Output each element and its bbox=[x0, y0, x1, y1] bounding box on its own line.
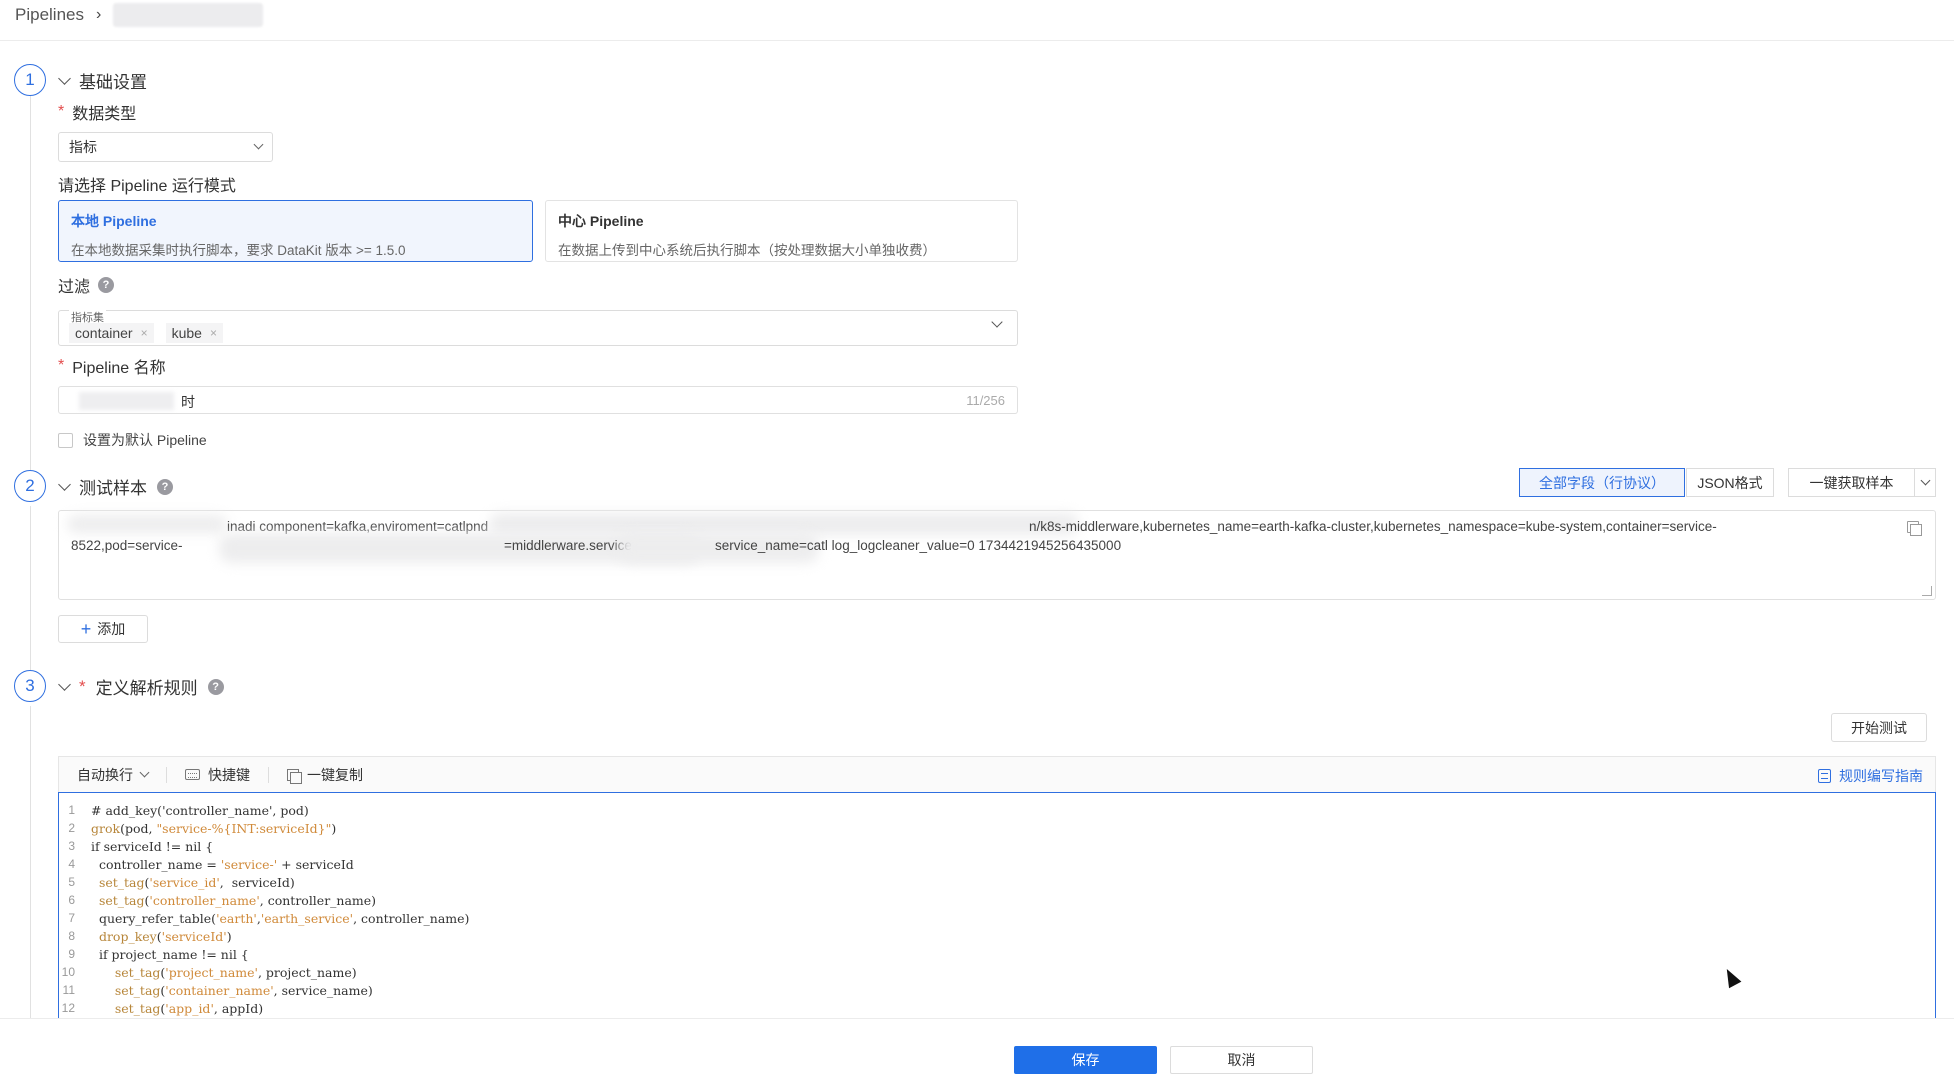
step-connector-2 bbox=[30, 506, 31, 680]
data-type-label: * 数据类型 bbox=[58, 103, 137, 123]
run-mode-center-title: 中心 Pipeline bbox=[558, 213, 644, 229]
plus-icon: + bbox=[80, 619, 92, 639]
help-icon[interactable]: ? bbox=[157, 478, 173, 495]
breadcrumb-separator: › bbox=[96, 6, 102, 23]
default-pipeline-label: 设置为默认 Pipeline bbox=[83, 432, 207, 448]
chevron-down-icon bbox=[1920, 475, 1930, 485]
filter-measurement-select[interactable]: 指标集 container × kube × bbox=[58, 309, 1018, 346]
run-mode-label: 请选择 Pipeline 运行模式 bbox=[58, 178, 236, 195]
step-number-1: 1 bbox=[14, 64, 46, 96]
step-connector-3 bbox=[30, 706, 31, 1018]
pipeline-name-input[interactable]: 时 11/256 bbox=[58, 386, 1018, 414]
sample-textarea[interactable]: inadi component=kafka,enviroment=catlpnd… bbox=[58, 510, 1936, 600]
close-icon[interactable]: × bbox=[210, 326, 217, 340]
chevron-down-icon bbox=[991, 316, 1003, 328]
keyboard-icon bbox=[185, 769, 200, 780]
document-icon bbox=[1818, 769, 1831, 783]
help-icon[interactable]: ? bbox=[98, 277, 115, 293]
shortcuts-button[interactable]: 快捷键 bbox=[167, 765, 268, 785]
all-fields-tab[interactable]: 全部字段（行协议） bbox=[1519, 468, 1685, 497]
help-icon[interactable]: ? bbox=[207, 678, 224, 695]
code-line: 3 if serviceId != nil { bbox=[68, 838, 214, 854]
step-connector-1 bbox=[30, 96, 31, 474]
code-line: 1 # add_key('controller_name', pod) bbox=[68, 802, 309, 818]
section-rules-title: 定义解析规则 bbox=[95, 679, 198, 698]
breadcrumb-pipelines-link[interactable]: Pipelines bbox=[15, 5, 84, 25]
cancel-button[interactable]: 取消 bbox=[1170, 1046, 1313, 1074]
add-sample-button[interactable]: + 添加 bbox=[58, 615, 148, 643]
section-basic-title: 基础设置 bbox=[79, 73, 147, 92]
run-mode-center-card[interactable]: 中心 Pipeline 在数据上传到中心系统后执行脚本（按处理数据大小单独收费） bbox=[545, 200, 1018, 262]
code-line: 11 set_tag('container_name', service_nam… bbox=[62, 982, 373, 998]
run-mode-local-card[interactable]: 本地 Pipeline 在本地数据采集时执行脚本，要求 DataKit 版本 >… bbox=[58, 200, 533, 262]
save-button[interactable]: 保存 bbox=[1014, 1046, 1157, 1074]
code-line: 6 set_tag('controller_name', controller_… bbox=[68, 892, 377, 908]
header-divider bbox=[0, 40, 1954, 41]
filter-tag: container × bbox=[69, 323, 154, 343]
redacted-block bbox=[489, 513, 1079, 535]
code-editor[interactable]: 1 # add_key('controller_name', pod) 2 grok… bbox=[58, 792, 1936, 1020]
code-line: 5 set_tag('service_id', serviceId) bbox=[68, 874, 295, 890]
pipeline-name-label: * Pipeline 名称 bbox=[58, 357, 166, 377]
fetch-sample-dropdown[interactable] bbox=[1914, 468, 1936, 497]
json-format-tab[interactable]: JSON格式 bbox=[1686, 468, 1774, 497]
start-test-button[interactable]: 开始测试 bbox=[1831, 713, 1927, 742]
section-rules-header[interactable]: * 定义解析规则 ? bbox=[58, 674, 224, 699]
code-line: 2 grok(pod, "service-%{INT:serviceId}") bbox=[68, 820, 337, 836]
data-type-value: 指标 bbox=[69, 139, 97, 155]
footer-bar bbox=[0, 1018, 1954, 1092]
chevron-down-icon bbox=[139, 767, 150, 777]
close-icon[interactable]: × bbox=[141, 326, 148, 340]
copy-icon[interactable] bbox=[1907, 521, 1922, 536]
section-basic-header[interactable]: 基础设置 bbox=[58, 68, 147, 93]
run-mode-local-title: 本地 Pipeline bbox=[71, 213, 157, 229]
redacted-block bbox=[67, 515, 227, 533]
default-pipeline-row: 设置为默认 Pipeline bbox=[58, 430, 207, 450]
chevron-down-icon bbox=[253, 139, 264, 150]
code-line: 10 set_tag('project_name', project_name) bbox=[61, 964, 357, 980]
auto-wrap-dropdown[interactable]: 自动换行 bbox=[59, 765, 166, 785]
step-number-2: 2 bbox=[14, 470, 46, 502]
chevron-down-icon bbox=[58, 477, 71, 491]
code-line: 9 if project_name != nil { bbox=[68, 946, 249, 962]
pipeline-name-value: 时 bbox=[181, 394, 195, 410]
data-type-select[interactable]: 指标 bbox=[58, 132, 273, 162]
step-number-3: 3 bbox=[14, 670, 46, 702]
chevron-down-icon bbox=[58, 71, 71, 85]
code-line: 7 query_refer_table('earth','earth_servi… bbox=[68, 910, 470, 926]
resize-handle[interactable] bbox=[1922, 586, 1932, 596]
editor-toolbar: 自动换行 快捷键 一键复制 规则编写指南 bbox=[58, 756, 1936, 792]
copy-all-button[interactable]: 一键复制 bbox=[269, 765, 381, 785]
chevron-down-icon bbox=[58, 677, 71, 691]
rule-guide-link[interactable]: 规则编写指南 bbox=[1818, 766, 1923, 786]
breadcrumb-current-redacted bbox=[113, 3, 264, 27]
fetch-sample-button[interactable]: 一键获取样本 bbox=[1788, 468, 1914, 497]
code-line: 8 drop_key('serviceId') bbox=[68, 928, 232, 944]
filter-tag: kube × bbox=[165, 323, 223, 343]
filter-label: 过滤 ? bbox=[58, 273, 115, 297]
default-pipeline-checkbox[interactable] bbox=[58, 432, 73, 448]
run-mode-local-desc: 在本地数据采集时执行脚本，要求 DataKit 版本 >= 1.5.0 bbox=[71, 243, 406, 258]
code-line: 4 controller_name = 'service-' + service… bbox=[68, 856, 354, 872]
run-mode-center-desc: 在数据上传到中心系统后执行脚本（按处理数据大小单独收费） bbox=[558, 243, 936, 258]
section-sample-title: 测试样本 bbox=[79, 479, 147, 498]
code-line: 12 set_tag('app_id', appId) bbox=[61, 1000, 264, 1016]
filter-tags: container × kube × bbox=[69, 323, 223, 343]
pipeline-name-counter: 11/256 bbox=[966, 393, 1005, 408]
pipeline-name-redacted bbox=[79, 392, 174, 410]
copy-icon bbox=[287, 768, 302, 784]
section-sample-header[interactable]: 测试样本 ? bbox=[58, 474, 173, 499]
breadcrumb: Pipelines › bbox=[15, 0, 264, 30]
